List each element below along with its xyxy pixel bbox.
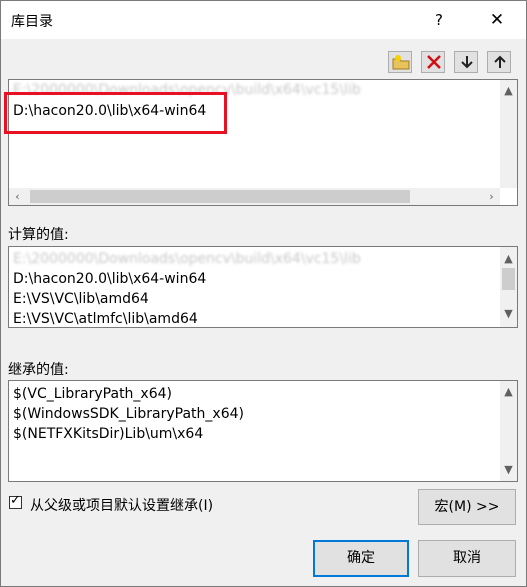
move-up-icon	[494, 55, 506, 68]
move-down-button[interactable]	[454, 51, 478, 73]
list-item: D:\hacon20.0\lib\x64-win64	[13, 271, 207, 287]
cancel-button[interactable]: 取消	[418, 540, 516, 577]
scroll-up-icon[interactable]: ▲	[500, 82, 517, 99]
scroll-left-icon[interactable]: ‹	[9, 188, 26, 205]
list-item: $(VC_LibraryPath_x64)	[13, 386, 172, 402]
scroll-up-icon[interactable]: ▲	[500, 250, 517, 267]
checkmark-icon: ✓	[10, 493, 21, 508]
move-down-icon	[461, 56, 473, 69]
macro-button[interactable]: 宏(M) >>	[418, 489, 516, 525]
help-button[interactable]: ?	[424, 7, 454, 33]
library-directories-dialog: 库目录 ? ✕ E:\2000000\Downloads\opencv\buil…	[0, 0, 527, 587]
title-bar: 库目录 ? ✕	[1, 1, 526, 39]
list-item: $(NETFXKitsDir)Lib\um\x64	[13, 426, 204, 442]
computed-values-label: 计算的值:	[8, 227, 69, 243]
computed-values-list: E:\2000000\Downloads\opencv\build\x64\vc…	[8, 246, 518, 328]
inherited-values-list: $(VC_LibraryPath_x64) $(WindowsSDK_Libra…	[8, 380, 518, 482]
vertical-scrollbar[interactable]: ▲ ▼	[500, 381, 517, 481]
list-item: $(WindowsSDK_LibraryPath_x64)	[13, 406, 244, 422]
list-item: E:\VS\VC\lib\amd64	[13, 291, 149, 307]
list-item: E:\VS\VC\atlmfc\lib\amd64	[13, 311, 198, 327]
highlight-annotation	[4, 92, 227, 134]
delete-line-button[interactable]	[421, 51, 445, 73]
new-line-button[interactable]	[388, 51, 412, 73]
scroll-down-icon[interactable]: ▼	[500, 461, 517, 478]
vertical-scrollbar[interactable]: ▲ ▼	[500, 247, 517, 327]
scroll-down-icon[interactable]: ▼	[500, 305, 517, 322]
close-button[interactable]: ✕	[482, 7, 512, 33]
scroll-up-icon[interactable]: ▲	[500, 383, 517, 400]
scroll-thumb[interactable]	[30, 190, 410, 203]
move-up-button[interactable]	[487, 51, 511, 73]
scroll-right-icon[interactable]: ›	[483, 188, 500, 205]
list-item: E:\2000000\Downloads\opencv\build\x64\vc…	[13, 251, 361, 267]
horizontal-scrollbar[interactable]: ‹ ›	[9, 188, 500, 205]
inherit-checkbox[interactable]: ✓	[9, 493, 22, 509]
dialog-title: 库目录	[11, 14, 53, 30]
inherited-values-label: 继承的值:	[8, 362, 69, 378]
new-folder-icon	[392, 55, 410, 70]
inherit-checkbox-label[interactable]: 从父级或项目默认设置继承(I)	[30, 495, 213, 515]
ok-button[interactable]: 确定	[313, 540, 409, 577]
delete-icon	[427, 55, 441, 69]
vertical-scrollbar[interactable]: ▲	[500, 80, 517, 188]
scroll-thumb[interactable]	[502, 268, 515, 290]
